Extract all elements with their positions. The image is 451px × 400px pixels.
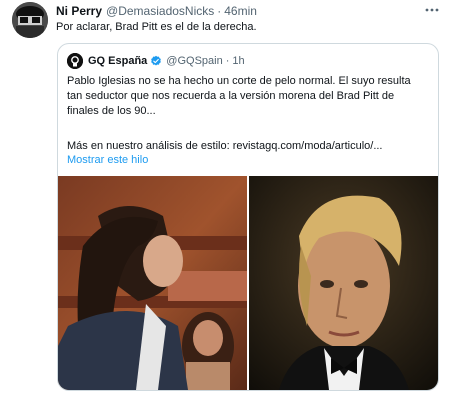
quoted-more-text: Más en nuestro análisis de estilo: revis… xyxy=(67,140,383,152)
quoted-timestamp[interactable]: 1h xyxy=(232,55,244,67)
quoted-header: GQ España @GQSpain · 1h xyxy=(88,53,245,69)
quoted-text-line: tan seductor que nos recuerda a la versi… xyxy=(67,90,395,102)
verified-badge-icon xyxy=(150,55,162,67)
tweet-header: Ni Perry @DemasiadosNicks · 46min xyxy=(56,3,257,19)
user-avatar[interactable] xyxy=(12,2,48,38)
quoted-text-line: finales de los 90... xyxy=(67,105,156,117)
quoted-separator-dot: · xyxy=(225,55,230,67)
author-display-name[interactable]: Ni Perry xyxy=(56,4,102,18)
photo-right[interactable] xyxy=(249,176,438,390)
media-grid xyxy=(58,176,438,390)
photo-left[interactable] xyxy=(58,176,247,390)
separator-dot: · xyxy=(217,4,222,18)
quoted-text-line: Pablo Iglesias no se ha hecho un corte d… xyxy=(67,75,411,87)
more-options-button[interactable] xyxy=(424,2,440,18)
more-horizontal-icon xyxy=(425,8,439,12)
tweet[interactable]: Ni Perry @DemasiadosNicks · 46min Por ac… xyxy=(0,0,451,400)
quoted-text: Pablo Iglesias no se ha hecho un corte d… xyxy=(67,74,433,119)
quoted-handle[interactable]: @GQSpain xyxy=(166,55,222,67)
tweet-text: Por aclarar, Brad Pitt es el de la derec… xyxy=(56,21,257,33)
quoted-author-avatar[interactable] xyxy=(67,53,83,69)
quoted-display-name[interactable]: GQ España xyxy=(88,55,147,67)
show-thread-link[interactable]: Mostrar este hilo xyxy=(67,153,148,168)
tweet-timestamp[interactable]: 46min xyxy=(224,4,257,18)
author-handle[interactable]: @DemasiadosNicks xyxy=(106,4,214,18)
quoted-tweet-card[interactable]: GQ España @GQSpain · 1h Pablo Iglesias n… xyxy=(57,43,439,391)
